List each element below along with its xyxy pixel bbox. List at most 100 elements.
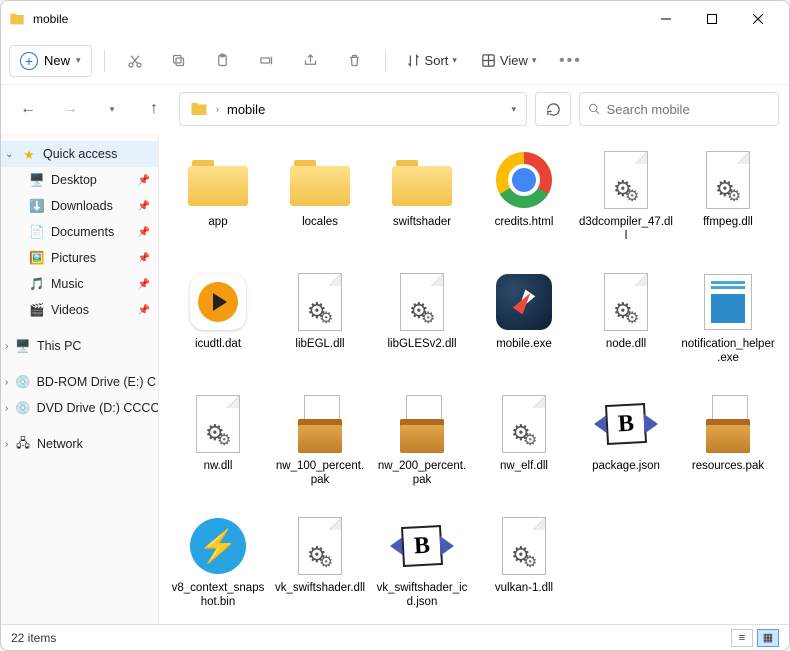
view-label: View: [500, 53, 528, 68]
file-label: credits.html: [495, 215, 554, 229]
rename-button[interactable]: [249, 43, 285, 79]
file-label: libGLESv2.dll: [387, 337, 456, 351]
file-item[interactable]: ⚙⚙libGLESv2.dll: [371, 267, 473, 383]
file-item[interactable]: notification_helper.exe: [677, 267, 779, 383]
folder-icon: [190, 100, 208, 118]
copy-button[interactable]: [161, 43, 197, 79]
file-item[interactable]: mobile.exe: [473, 267, 575, 383]
file-label: ffmpeg.dll: [703, 215, 753, 229]
pin-icon: 📌: [138, 175, 150, 186]
file-item[interactable]: Bpackage.json: [575, 389, 677, 505]
view-button[interactable]: View ▾: [473, 49, 544, 72]
search-input[interactable]: [607, 102, 770, 117]
more-button[interactable]: •••: [552, 43, 588, 79]
paste-button[interactable]: [205, 43, 241, 79]
bdrom-label: BD-ROM Drive (E:) C: [37, 375, 156, 389]
plus-icon: +: [20, 52, 38, 70]
dll-icon: ⚙⚙: [595, 149, 657, 211]
sidebar-quick-access[interactable]: ⌄ ★ Quick access: [1, 141, 158, 167]
file-item[interactable]: nw_200_percent.pak: [371, 389, 473, 505]
maximize-button[interactable]: [689, 3, 735, 35]
share-button[interactable]: [293, 43, 329, 79]
close-button[interactable]: [735, 3, 781, 35]
sidebar-item-desktop[interactable]: 🖥️Desktop📌: [1, 167, 158, 193]
file-item[interactable]: ⚙⚙nw_elf.dll: [473, 389, 575, 505]
file-label: mobile.exe: [496, 337, 552, 351]
recent-button[interactable]: ▾: [95, 92, 129, 126]
sidebar-item-label: Desktop: [51, 173, 97, 187]
minimize-button[interactable]: [643, 3, 689, 35]
file-item[interactable]: app: [167, 145, 269, 261]
file-item[interactable]: ⚡v8_context_snapshot.bin: [167, 511, 269, 624]
file-item[interactable]: ⚙⚙d3dcompiler_47.dll: [575, 145, 677, 261]
this-pc-label: This PC: [37, 339, 81, 353]
disc-icon: 💿: [15, 400, 31, 416]
pak-icon: [391, 393, 453, 455]
window-controls: [643, 3, 781, 35]
breadcrumb-segment[interactable]: mobile: [227, 102, 265, 117]
file-item[interactable]: ⚙⚙vk_swiftshader.dll: [269, 511, 371, 624]
up-button[interactable]: ↑: [137, 92, 171, 126]
file-item[interactable]: ⚙⚙ nw.dll: [167, 389, 269, 505]
star-icon: ★: [21, 146, 37, 162]
sidebar-this-pc[interactable]: › 🖥️ This PC: [1, 333, 158, 359]
file-item[interactable]: ⚙⚙libEGL.dll: [269, 267, 371, 383]
new-button[interactable]: + New ▾: [9, 45, 92, 77]
address-bar[interactable]: › mobile ▾: [179, 92, 527, 126]
sidebar-item-pictures[interactable]: 🖼️Pictures📌: [1, 245, 158, 271]
file-item[interactable]: locales: [269, 145, 371, 261]
file-label: app: [208, 215, 227, 229]
back-button[interactable]: ←: [11, 92, 45, 126]
pin-icon: 📌: [138, 227, 150, 238]
dll-icon: ⚙⚙: [697, 149, 759, 211]
sidebar-bdrom[interactable]: › 💿 BD-ROM Drive (E:) C: [1, 369, 158, 395]
refresh-button[interactable]: [535, 92, 571, 126]
chrome-icon: [493, 149, 555, 211]
file-label: icudtl.dat: [195, 337, 241, 351]
file-item[interactable]: ⚙⚙vulkan-1.dll: [473, 511, 575, 624]
separator: [385, 50, 386, 72]
sidebar-item-videos[interactable]: 🎬Videos📌: [1, 297, 158, 323]
file-item[interactable]: icudtl.dat: [167, 267, 269, 383]
file-item[interactable]: ⚙⚙ node.dll: [575, 267, 677, 383]
delete-button[interactable]: [337, 43, 373, 79]
file-item[interactable]: ⚙⚙ ffmpeg.dll: [677, 145, 779, 261]
file-label: nw_100_percent.pak: [273, 459, 367, 488]
pak-icon: [289, 393, 351, 455]
icons-view-button[interactable]: ▦: [757, 629, 779, 647]
file-label: swiftshader: [393, 215, 451, 229]
sidebar-item-documents[interactable]: 📄Documents📌: [1, 219, 158, 245]
file-label: resources.pak: [692, 459, 764, 473]
sidebar-network[interactable]: › 🖧 Network: [1, 431, 158, 457]
file-label: node.dll: [606, 337, 646, 351]
sort-button[interactable]: Sort ▾: [398, 49, 465, 72]
file-item[interactable]: resources.pak: [677, 389, 779, 505]
search-box[interactable]: [579, 92, 779, 126]
folder-icon: [9, 11, 25, 27]
item-count: 22 items: [11, 631, 56, 645]
chevron-down-icon: ▾: [452, 55, 457, 66]
cut-button[interactable]: [117, 43, 153, 79]
file-item[interactable]: nw_100_percent.pak: [269, 389, 371, 505]
file-item[interactable]: Bvk_swiftshader_icd.json: [371, 511, 473, 624]
chevron-down-icon: ▾: [76, 55, 81, 66]
sidebar-item-music[interactable]: 🎵Music📌: [1, 271, 158, 297]
details-view-button[interactable]: ≡: [731, 629, 753, 647]
chevron-right-icon: ›: [5, 403, 8, 414]
forward-button[interactable]: →: [53, 92, 87, 126]
file-item[interactable]: swiftshader: [371, 145, 473, 261]
file-label: nw.dll: [204, 459, 233, 473]
sidebar-item-downloads[interactable]: ⬇️Downloads📌: [1, 193, 158, 219]
file-grid: app locales swiftshader credits.html ⚙⚙d3dco…: [159, 133, 789, 624]
notif-icon: [697, 271, 759, 333]
chevron-right-icon: ›: [216, 104, 219, 114]
title-bar: mobile: [1, 1, 789, 37]
dll-icon: ⚙⚙: [595, 271, 657, 333]
dll-icon: ⚙⚙: [187, 393, 249, 455]
sidebar-item-label: Videos: [51, 303, 89, 317]
pin-icon: 📌: [138, 201, 150, 212]
dll-icon: ⚙⚙: [493, 393, 555, 455]
chevron-down-icon[interactable]: ▾: [511, 104, 516, 115]
file-item[interactable]: credits.html: [473, 145, 575, 261]
sidebar-dvd[interactable]: › 💿 DVD Drive (D:) CCCO: [1, 395, 158, 421]
